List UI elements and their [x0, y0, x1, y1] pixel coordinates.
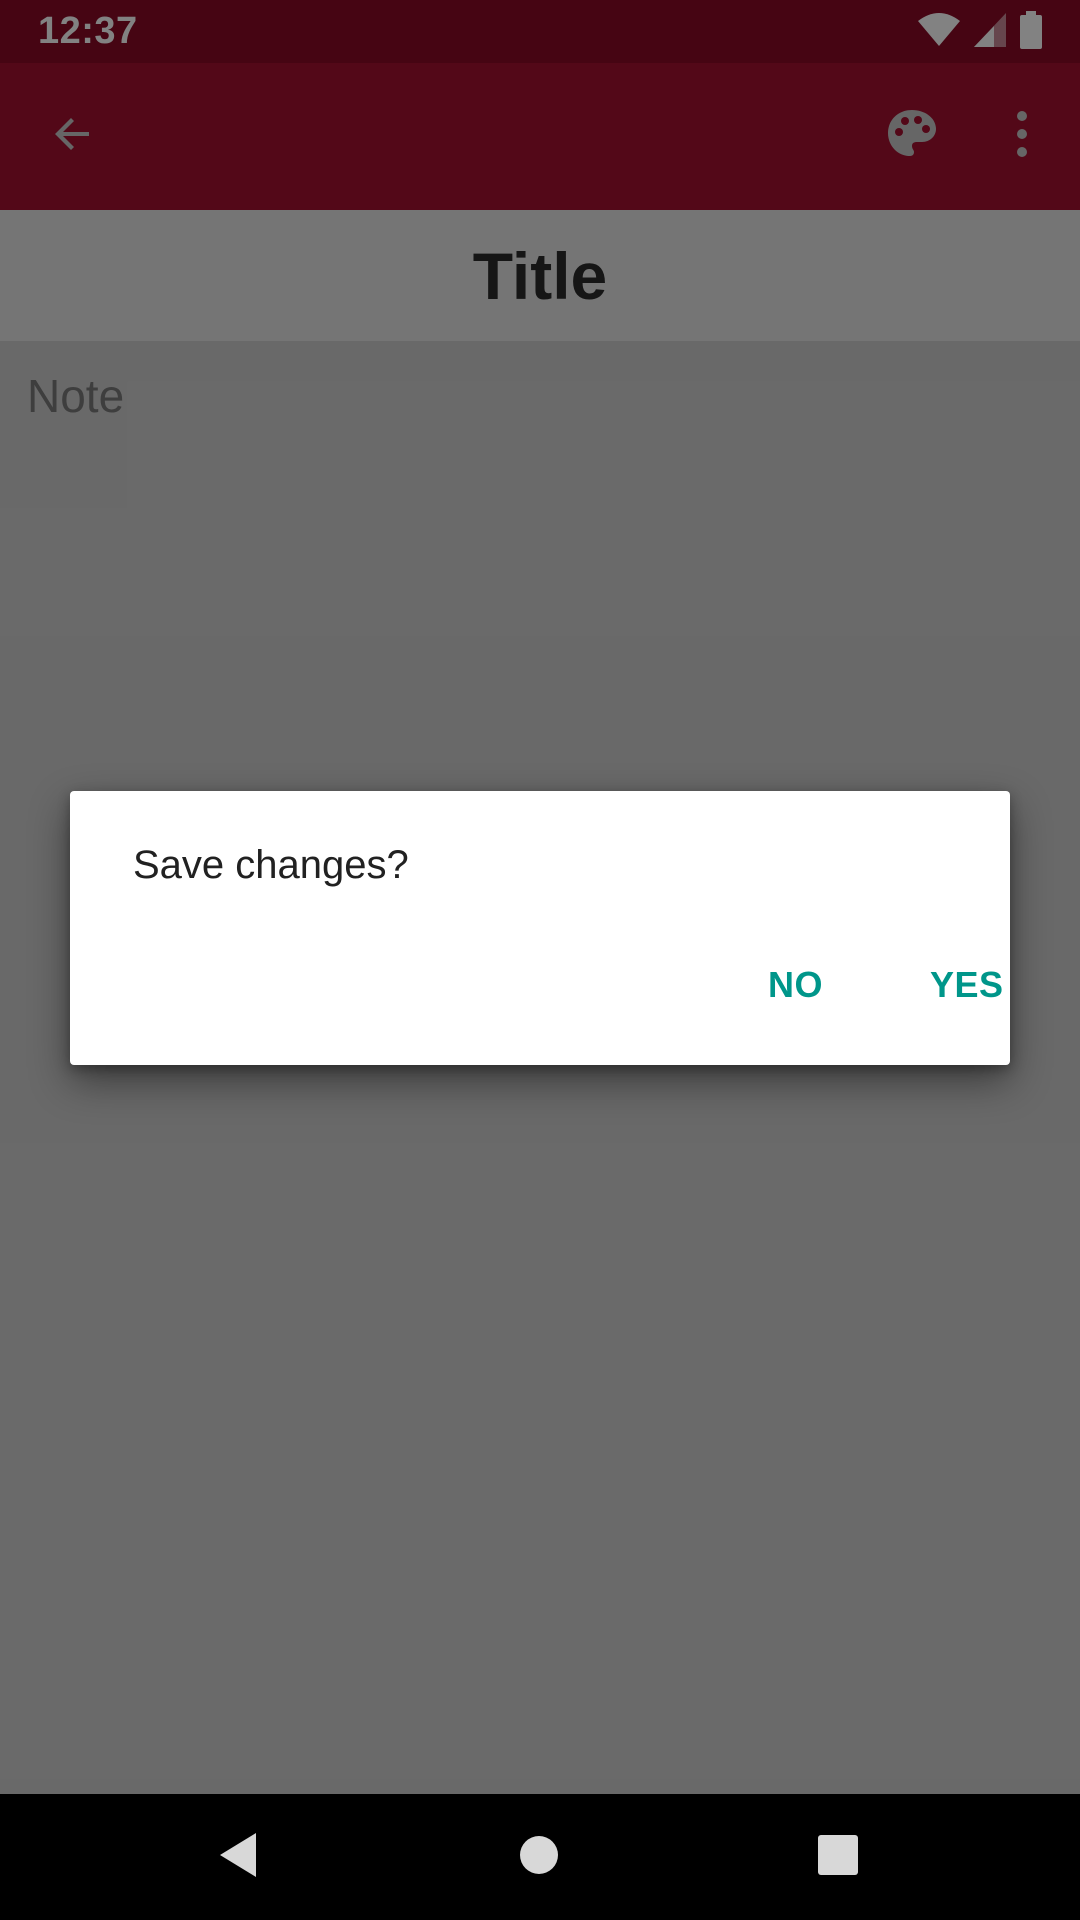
nav-home-button[interactable] — [494, 1812, 584, 1902]
nav-back-button[interactable] — [193, 1812, 283, 1902]
nav-back-icon — [216, 1831, 260, 1884]
no-button[interactable]: NO — [754, 956, 837, 1014]
nav-home-icon — [519, 1835, 559, 1880]
save-changes-dialog: Save changes? NO YES — [70, 791, 1010, 1065]
yes-button[interactable]: YES — [916, 956, 1018, 1014]
screen: 12:37 Title Note Save changes? NO YES — [0, 0, 1080, 1920]
navigation-bar — [0, 1794, 1080, 1920]
dialog-message: Save changes? — [133, 843, 409, 887]
nav-recents-button[interactable] — [793, 1812, 883, 1902]
nav-recents-icon — [818, 1834, 858, 1880]
